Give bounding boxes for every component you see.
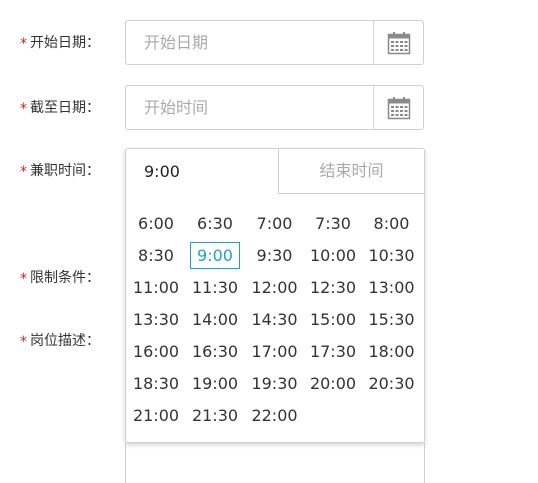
calendar-icon bbox=[387, 31, 410, 54]
required-mark: * bbox=[20, 36, 27, 52]
time-slot-label: 8:00 bbox=[373, 213, 410, 233]
time-slot[interactable]: 21:00 bbox=[126, 399, 186, 431]
time-slot-label: 17:00 bbox=[251, 341, 298, 361]
time-picker-dropdown: 9:00 结束时间 6:00 6:30 7:00 7:30 8:00 8:30 9:00 9:… bbox=[125, 148, 425, 443]
start-time-input[interactable]: 9:00 bbox=[126, 149, 278, 194]
time-slot-label: 11:00 bbox=[132, 277, 180, 297]
time-slot-label: 22:00 bbox=[251, 405, 298, 425]
job-desc-textarea[interactable] bbox=[125, 443, 425, 483]
time-slot-label: 20:00 bbox=[309, 373, 357, 393]
time-slot[interactable]: 20:00 bbox=[305, 367, 361, 399]
time-slot[interactable]: 6:00 bbox=[126, 207, 186, 239]
restrictions-label: * 限制条件： bbox=[20, 270, 100, 287]
time-slot[interactable]: 12:00 bbox=[244, 271, 305, 303]
time-slot[interactable]: 7:30 bbox=[305, 207, 361, 239]
required-mark: * bbox=[20, 271, 27, 287]
time-slot[interactable]: 18:30 bbox=[126, 367, 186, 399]
time-slot[interactable]: 9:30 bbox=[244, 239, 305, 271]
time-slot-label: 16:00 bbox=[132, 341, 180, 361]
time-slot[interactable]: 16:00 bbox=[126, 335, 186, 367]
time-slot[interactable]: 22:00 bbox=[244, 399, 305, 431]
time-slot-label: 7:30 bbox=[315, 213, 351, 233]
time-slot-label: 17:30 bbox=[309, 341, 357, 361]
time-slot-label: 14:00 bbox=[191, 309, 239, 329]
start-date-calendar-button[interactable] bbox=[373, 21, 423, 64]
time-slot[interactable]: 14:00 bbox=[186, 303, 244, 335]
end-date-placeholder: 开始时间 bbox=[144, 98, 209, 117]
time-slot-label: 10:30 bbox=[368, 245, 415, 265]
time-slot-label: 9:00 bbox=[190, 241, 240, 269]
time-slot[interactable]: 19:00 bbox=[186, 367, 244, 399]
time-slot[interactable]: 11:30 bbox=[186, 271, 244, 303]
time-slot-label: 15:00 bbox=[309, 309, 357, 329]
time-slot[interactable]: 6:30 bbox=[186, 207, 244, 239]
time-slot[interactable]: 19:30 bbox=[244, 367, 305, 399]
time-slot-label: 13:00 bbox=[368, 277, 415, 297]
time-slot-label: 12:00 bbox=[251, 277, 298, 297]
time-slot[interactable]: 15:00 bbox=[305, 303, 361, 335]
end-time-input[interactable]: 结束时间 bbox=[278, 149, 424, 194]
time-slot[interactable]: 8:30 bbox=[126, 239, 186, 271]
time-slot-label: 6:30 bbox=[197, 213, 233, 233]
time-slot[interactable]: 9:00 bbox=[186, 239, 244, 271]
time-slot-label: 12:30 bbox=[309, 277, 357, 297]
time-slot-label: 16:30 bbox=[191, 341, 239, 361]
time-slot-label: 18:00 bbox=[368, 341, 415, 361]
time-slot[interactable]: 10:30 bbox=[361, 239, 422, 271]
time-slot-label: 9:30 bbox=[256, 245, 293, 265]
end-date-calendar-button[interactable] bbox=[373, 86, 423, 129]
end-date-label: * 截至日期： bbox=[20, 100, 100, 117]
time-slot[interactable]: 15:30 bbox=[361, 303, 422, 335]
start-date-field[interactable]: 开始日期 bbox=[125, 20, 424, 65]
end-date-field[interactable]: 开始时间 bbox=[125, 85, 424, 130]
time-slot[interactable]: 10:00 bbox=[305, 239, 361, 271]
time-slot[interactable]: 12:30 bbox=[305, 271, 361, 303]
time-slot-label: 21:30 bbox=[191, 405, 239, 425]
time-slot-label: 8:30 bbox=[138, 245, 174, 265]
required-mark: * bbox=[20, 101, 27, 117]
time-slot[interactable]: 18:00 bbox=[361, 335, 422, 367]
time-slot-label: 10:00 bbox=[309, 245, 357, 265]
time-slot-grid: 6:00 6:30 7:00 7:30 8:00 8:30 9:00 9:30 10:00 10:… bbox=[126, 207, 424, 431]
required-mark: * bbox=[20, 164, 27, 180]
time-slot[interactable]: 20:30 bbox=[361, 367, 422, 399]
time-slot[interactable]: 11:00 bbox=[126, 271, 186, 303]
time-slot-label: 20:30 bbox=[368, 373, 415, 393]
time-slot[interactable]: 7:00 bbox=[244, 207, 305, 239]
time-slot[interactable]: 13:30 bbox=[126, 303, 186, 335]
work-time-label: * 兼职时间： bbox=[20, 163, 100, 180]
calendar-icon bbox=[387, 96, 410, 119]
time-slot[interactable]: 17:00 bbox=[244, 335, 305, 367]
time-slot[interactable]: 21:30 bbox=[186, 399, 244, 431]
time-slot-label: 15:30 bbox=[368, 309, 415, 329]
time-slot-label: 18:30 bbox=[132, 373, 180, 393]
time-slot-label: 21:00 bbox=[132, 405, 180, 425]
time-slot[interactable]: 13:00 bbox=[361, 271, 422, 303]
time-slot[interactable]: 16:30 bbox=[186, 335, 244, 367]
time-slot-label: 19:00 bbox=[191, 373, 239, 393]
time-slot-label: 7:00 bbox=[256, 213, 293, 233]
time-slot-label: 13:30 bbox=[132, 309, 180, 329]
time-slot-label: 11:30 bbox=[191, 277, 239, 297]
time-slot[interactable]: 17:30 bbox=[305, 335, 361, 367]
job-desc-label: * 岗位描述： bbox=[20, 333, 100, 350]
time-slot[interactable]: 8:00 bbox=[361, 207, 422, 239]
time-slot[interactable]: 14:30 bbox=[244, 303, 305, 335]
time-slot-label: 6:00 bbox=[138, 213, 174, 233]
start-date-label: * 开始日期： bbox=[20, 35, 100, 52]
start-date-placeholder: 开始日期 bbox=[144, 33, 209, 52]
time-slot-label: 19:30 bbox=[251, 373, 298, 393]
required-mark: * bbox=[20, 334, 27, 350]
time-slot-label: 14:30 bbox=[251, 309, 298, 329]
